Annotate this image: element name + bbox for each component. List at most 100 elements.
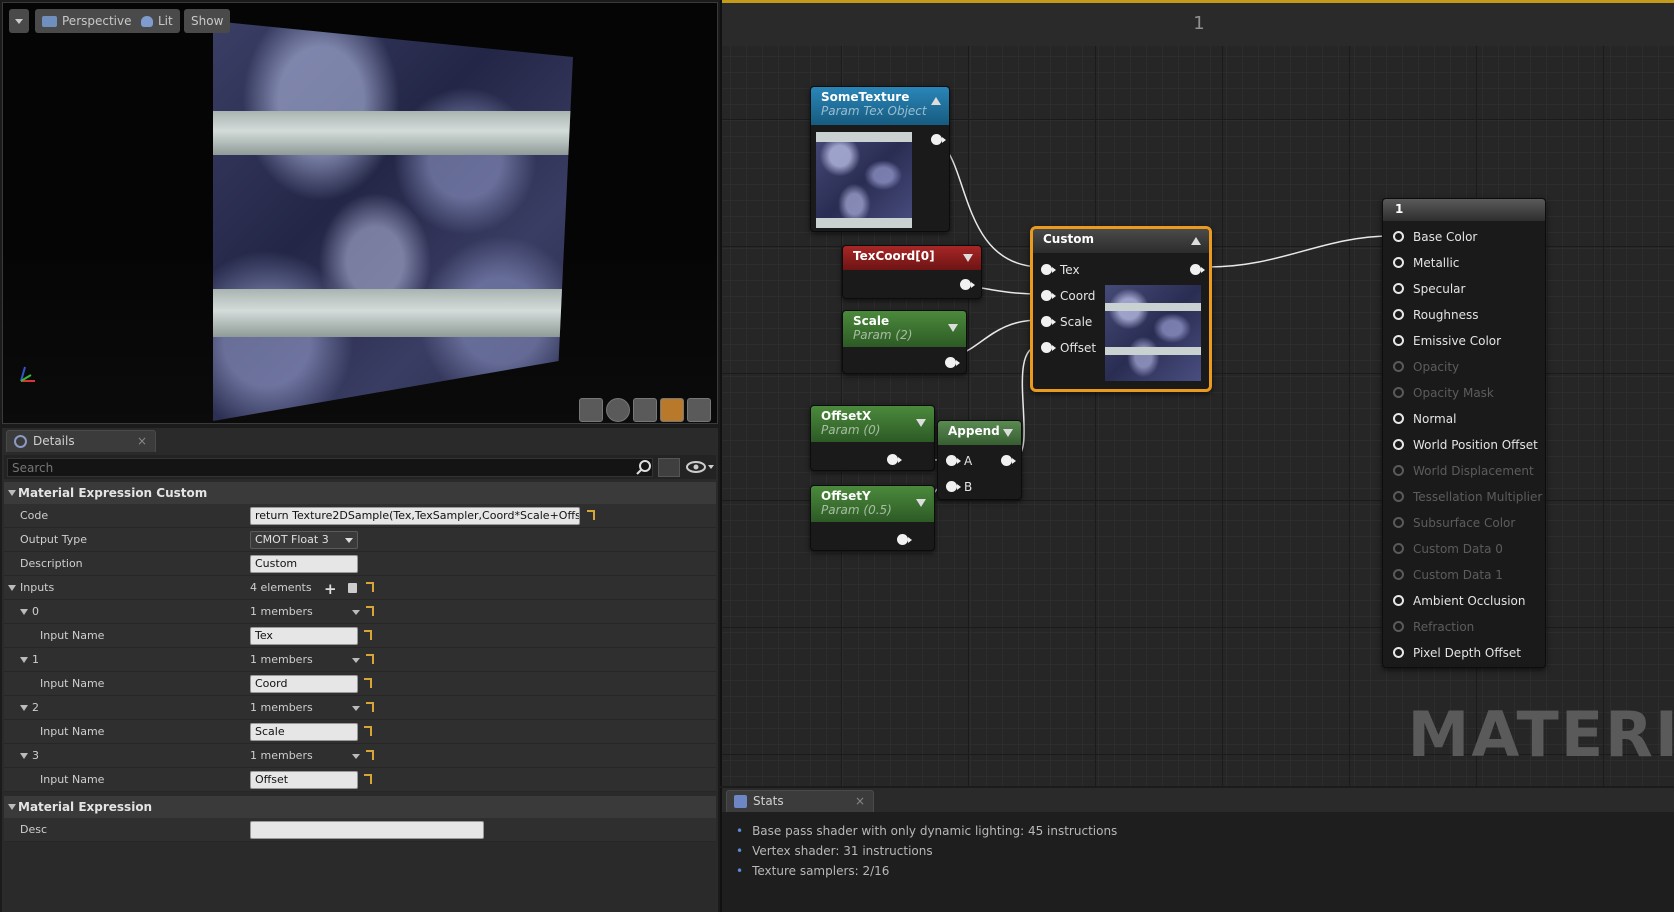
description-field[interactable]: Custom xyxy=(250,555,358,573)
cube-icon[interactable] xyxy=(660,398,684,422)
chevron-down-icon[interactable] xyxy=(352,610,360,615)
result-input-pin[interactable] xyxy=(1393,335,1404,346)
node-offsetx[interactable]: OffsetX Param (0) xyxy=(810,405,935,471)
chevron-down-icon[interactable] xyxy=(352,706,360,711)
node-header[interactable]: Scale Param (2) xyxy=(843,311,966,347)
input-pin-a[interactable] xyxy=(946,455,961,466)
collapse-icon[interactable] xyxy=(1191,237,1201,245)
collapse-icon[interactable] xyxy=(8,804,16,810)
cylinder-icon[interactable] xyxy=(579,398,603,422)
node-result[interactable]: 1 Base Color Metallic Specular Roughness Emi… xyxy=(1382,198,1546,668)
node-header[interactable]: Append xyxy=(938,421,1021,445)
code-field[interactable]: return Texture2DSample(Tex,TexSampler,Co… xyxy=(250,507,580,525)
reset-icon[interactable] xyxy=(366,606,374,616)
chevron-down-icon[interactable] xyxy=(352,754,360,759)
view-options-icon[interactable] xyxy=(658,458,680,477)
result-input-pin[interactable] xyxy=(1393,439,1404,450)
node-texcoord[interactable]: TexCoord[0] xyxy=(842,245,982,299)
collapse-icon[interactable] xyxy=(931,97,941,105)
reset-icon[interactable] xyxy=(364,678,372,688)
result-input-pin[interactable] xyxy=(1393,517,1404,528)
input-pin-offset[interactable] xyxy=(1041,342,1056,353)
node-header[interactable]: OffsetY Param (0.5) xyxy=(811,486,934,522)
output-pin[interactable] xyxy=(1001,455,1016,466)
node-header[interactable]: OffsetX Param (0) xyxy=(811,406,934,442)
desc-field[interactable] xyxy=(250,821,484,839)
expand-icon[interactable] xyxy=(963,254,973,262)
input-name-field[interactable]: Scale xyxy=(250,723,358,741)
material-graph[interactable]: 1 MATERI SomeTexture Param Tex Object Te… xyxy=(720,0,1674,786)
node-scale[interactable]: Scale Param (2) xyxy=(842,310,967,374)
eye-icon[interactable] xyxy=(686,459,716,475)
input-name-field[interactable]: Tex xyxy=(250,627,358,645)
node-sometexture[interactable]: SomeTexture Param Tex Object xyxy=(810,86,950,232)
reset-icon[interactable] xyxy=(587,510,595,520)
expand-icon[interactable] xyxy=(916,419,926,427)
collapse-icon[interactable] xyxy=(20,705,28,711)
input-pin-tex[interactable] xyxy=(1041,264,1056,275)
result-input-pin[interactable] xyxy=(1393,569,1404,580)
node-header[interactable]: Custom xyxy=(1033,229,1209,253)
search-input[interactable] xyxy=(7,458,653,477)
close-icon[interactable]: × xyxy=(137,431,147,452)
result-input-pin[interactable] xyxy=(1393,231,1404,242)
reset-icon[interactable] xyxy=(366,750,374,760)
result-input-pin[interactable] xyxy=(1393,413,1404,424)
node-custom[interactable]: Custom Tex Coord Scale Offset xyxy=(1030,226,1212,392)
details-tab[interactable]: Details × xyxy=(6,430,156,452)
reset-icon[interactable] xyxy=(366,582,374,592)
trash-icon[interactable] xyxy=(348,583,357,593)
expand-icon[interactable] xyxy=(948,324,958,332)
sphere-icon[interactable] xyxy=(606,398,630,422)
close-icon[interactable]: × xyxy=(855,791,865,812)
chevron-down-icon[interactable] xyxy=(352,658,360,663)
output-pin[interactable] xyxy=(945,357,960,368)
result-input-pin[interactable] xyxy=(1393,465,1404,476)
node-header[interactable]: 1 xyxy=(1383,199,1545,221)
viewport[interactable]: Perspective Lit Show xyxy=(2,2,718,424)
reset-icon[interactable] xyxy=(364,630,372,640)
viewport-options-button[interactable] xyxy=(9,9,29,33)
node-header[interactable]: TexCoord[0] xyxy=(843,246,981,270)
output-pin[interactable] xyxy=(897,534,912,545)
collapse-icon[interactable] xyxy=(20,657,28,663)
collapse-icon[interactable] xyxy=(8,585,16,591)
plane-icon[interactable] xyxy=(633,398,657,422)
reset-icon[interactable] xyxy=(366,702,374,712)
output-pin[interactable] xyxy=(887,454,902,465)
collapse-icon[interactable] xyxy=(8,490,16,496)
input-name-field[interactable]: Offset xyxy=(250,771,358,789)
result-input-pin[interactable] xyxy=(1393,647,1404,658)
section-material-expression[interactable]: Material Expression xyxy=(4,796,716,818)
result-input-pin[interactable] xyxy=(1393,621,1404,632)
input-pin-scale[interactable] xyxy=(1041,316,1056,327)
output-pin[interactable] xyxy=(960,279,975,290)
result-input-pin[interactable] xyxy=(1393,595,1404,606)
expand-icon[interactable] xyxy=(916,499,926,507)
lit-button[interactable]: Lit xyxy=(134,9,180,33)
node-offsety[interactable]: OffsetY Param (0.5) xyxy=(810,485,935,551)
collapse-icon[interactable] xyxy=(20,609,28,615)
output-pin[interactable] xyxy=(931,134,946,145)
input-pin-b[interactable] xyxy=(946,481,961,492)
expand-icon[interactable] xyxy=(1003,429,1013,437)
result-input-pin[interactable] xyxy=(1393,491,1404,502)
input-name-field[interactable]: Coord xyxy=(250,675,358,693)
result-input-pin[interactable] xyxy=(1393,283,1404,294)
output-type-select[interactable]: CMOT Float 3 xyxy=(250,531,358,549)
result-input-pin[interactable] xyxy=(1393,309,1404,320)
reset-icon[interactable] xyxy=(364,726,372,736)
output-pin[interactable] xyxy=(1190,264,1205,275)
perspective-button[interactable]: Perspective xyxy=(35,9,139,33)
section-material-expression-custom[interactable]: Material Expression Custom xyxy=(4,482,716,504)
result-input-pin[interactable] xyxy=(1393,361,1404,372)
add-icon[interactable]: + xyxy=(324,580,337,598)
result-input-pin[interactable] xyxy=(1393,387,1404,398)
teapot-icon[interactable] xyxy=(687,398,711,422)
stats-tab[interactable]: Stats × xyxy=(726,790,874,812)
reset-icon[interactable] xyxy=(364,774,372,784)
node-append[interactable]: Append A B xyxy=(937,420,1022,500)
result-input-pin[interactable] xyxy=(1393,257,1404,268)
result-input-pin[interactable] xyxy=(1393,543,1404,554)
reset-icon[interactable] xyxy=(366,654,374,664)
